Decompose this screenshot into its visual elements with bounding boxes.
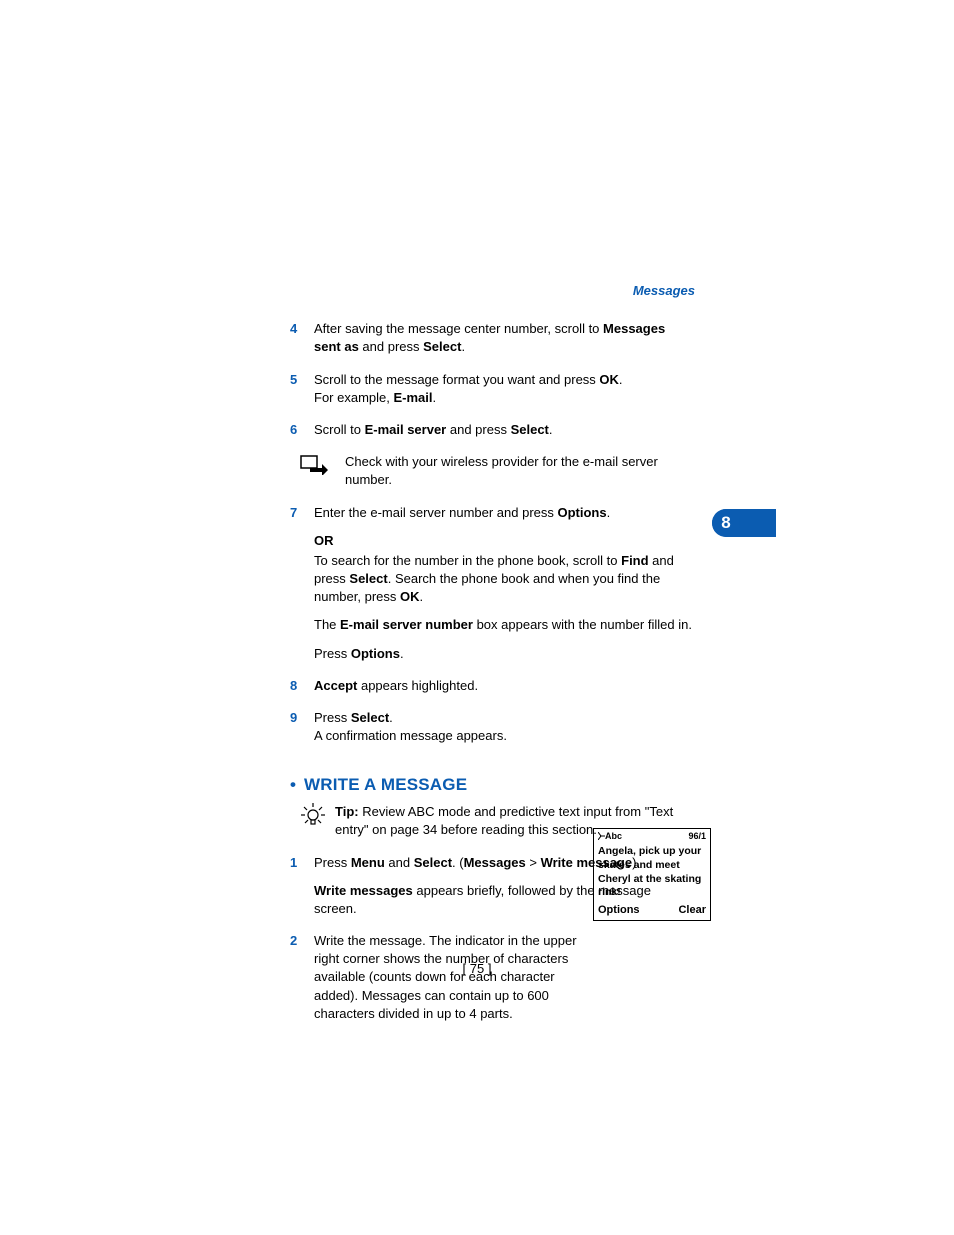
section-heading-write-message: •WRITE A MESSAGE — [290, 773, 790, 797]
step-number: 4 — [290, 320, 314, 356]
tip-label: Tip: — [335, 804, 359, 819]
note-text: Check with your wireless provider for th… — [345, 453, 790, 489]
tip-note: Tip: Review ABC mode and predictive text… — [290, 803, 790, 839]
step-text: Press Select. A confirmation message app… — [314, 709, 790, 745]
page-number: [ 75 ] — [0, 960, 954, 978]
left-softkey: Options — [598, 904, 640, 918]
step-number: 9 — [290, 709, 314, 745]
heading-text: WRITE A MESSAGE — [304, 775, 467, 794]
lightbulb-icon — [300, 803, 335, 839]
bullet-icon: • — [290, 773, 304, 797]
right-softkey: Clear — [678, 904, 706, 918]
write-step-1: 1 Press Menu and Select. (Messages > Wri… — [290, 854, 790, 919]
char-counter: 96/1 — [688, 831, 706, 842]
step-5: 5 Scroll to the message format you want … — [290, 371, 790, 407]
provider-note: Check with your wireless provider for th… — [290, 453, 790, 489]
step-number: 8 — [290, 677, 314, 695]
step-text: Accept appears highlighted. — [314, 677, 790, 695]
step-number: 7 — [290, 504, 314, 663]
input-mode-indicator: Abc — [598, 831, 622, 842]
message-text: Angela, pick up your skates and meet Che… — [598, 845, 706, 900]
step-text: Press Menu and Select. (Messages > Write… — [314, 854, 790, 919]
step-number: 6 — [290, 421, 314, 439]
step-4: 4 After saving the message center number… — [290, 320, 790, 356]
step-number: 1 — [290, 854, 314, 919]
phone-screen-mockup: Abc 96/1 Angela, pick up your skates and… — [593, 828, 711, 921]
step-6: 6 Scroll to E-mail server and press Sele… — [290, 421, 790, 439]
step-9: 9 Press Select. A confirmation message a… — [290, 709, 790, 745]
step-text: Scroll to E-mail server and press Select… — [314, 421, 790, 439]
step-text: After saving the message center number, … — [314, 320, 790, 356]
step-8: 8 Accept appears highlighted. — [290, 677, 790, 695]
tip-text: Tip: Review ABC mode and predictive text… — [335, 803, 790, 839]
confirmation-text: A confirmation message appears. — [314, 727, 695, 745]
step-7: 7 Enter the e-mail server number and pre… — [290, 504, 790, 663]
section-header: Messages — [290, 282, 790, 300]
or-label: OR — [314, 532, 695, 550]
step-text: Enter the e-mail server number and press… — [314, 504, 790, 663]
step-text: Scroll to the message format you want an… — [314, 371, 790, 407]
note-arrow-icon — [290, 453, 345, 489]
step-number: 5 — [290, 371, 314, 407]
